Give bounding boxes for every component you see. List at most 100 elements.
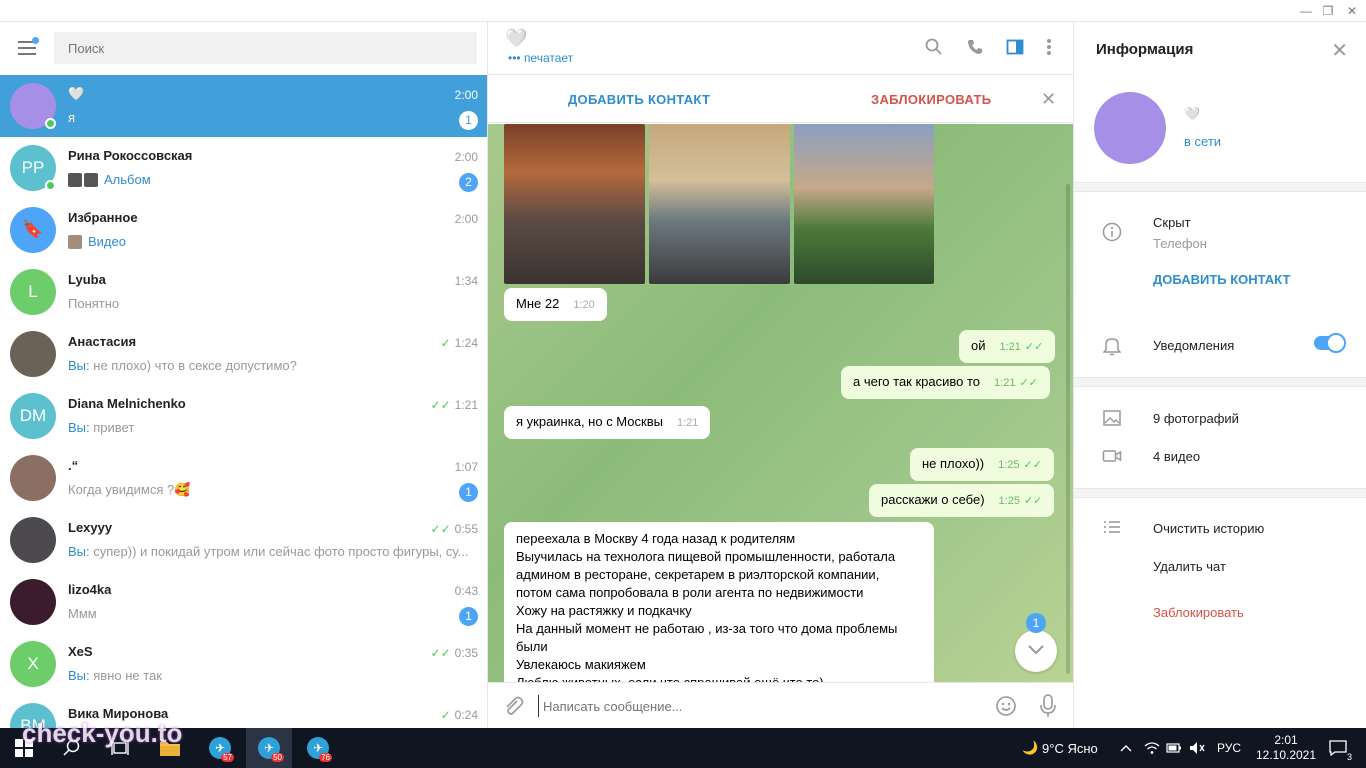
long-message-bubble[interactable]: переехала в Москву 4 года назад к родите… [504,522,934,682]
chat-time: ✓ 1:24 [440,336,478,350]
close-window-button[interactable]: ✕ [1342,2,1362,20]
close-action-bar-icon[interactable]: ✕ [1041,89,1056,110]
restore-button[interactable]: ❐ [1318,2,1338,20]
avatar[interactable] [1094,92,1166,164]
chat-preview: Видео [68,234,478,252]
telegram-taskbar-2[interactable]: ✈ 50 [246,728,292,768]
chat-name: Избранное [68,210,138,225]
add-contact-button[interactable]: ДОБАВИТЬ КОНТАКТ [568,92,710,107]
album-thumbnails [68,173,100,190]
info-panel: Информация ✕ 🤍 в сети Скрыт Телефон ДОБА… [1073,22,1366,728]
delete-chat-button[interactable]: Удалить чат [1153,559,1226,574]
peer-name[interactable]: 🤍 [505,28,527,49]
sidebar-toggle-icon[interactable] [1004,38,1026,60]
read-check-icon: ✓✓ [430,398,451,412]
chat-preview: я [68,110,478,125]
notifications-toggle[interactable] [1314,333,1346,353]
video-icon [1102,446,1122,466]
chat-list-panel: 🤍я2:001РРРина РокоссовскаяАльбом2:002🔖Из… [0,22,488,728]
notifications-label: Уведомления [1153,338,1235,353]
chat-list-item[interactable]: 🔖 Избранное Видео 2:00 [0,199,487,261]
language-indicator[interactable]: РУС [1212,728,1246,768]
photo-1[interactable] [504,124,645,284]
message-bubble[interactable]: я украинка, но с Москвы 1:21 [504,406,711,439]
weather-widget[interactable]: 🌙 9°C Ясно [1010,728,1110,768]
message-bubble[interactable]: расскажи о себе) 1:25 ✓✓ [869,484,1055,517]
divider [1074,488,1366,498]
block-button[interactable]: ЗАБЛОКИРОВАТЬ [871,92,991,107]
chat-name: Diana Melnichenko [68,396,186,411]
chat-preview: Вы: супер)) и покидай утром или сейчас ф… [68,544,478,559]
unread-badge: 1 [1026,613,1046,633]
typing-status: ••• печатает [508,51,574,65]
chat-list-item[interactable]: Lexyyy Вы: супер)) и покидай утром или се… [0,509,487,571]
message-bubble[interactable]: не плохо)) 1:25 ✓✓ [910,448,1054,481]
message-input[interactable] [538,695,958,717]
chat-name: Рина Рокоссовская [68,148,193,163]
chat-list-item[interactable]: Анастасия Вы: не плохо) что в сексе допус… [0,323,487,385]
message-area[interactable]: Мне 22 1:20 ой 1:21 ✓✓ а чего так красиво т… [488,124,1073,682]
clear-history-button[interactable]: Очистить историю [1153,521,1264,536]
videos-link[interactable]: 4 видео [1153,449,1200,464]
chat-name: XeS [68,644,93,659]
preview-text: Альбом [104,172,151,187]
wifi-icon[interactable] [1142,728,1162,768]
video-thumbnail [68,235,84,252]
volume-icon[interactable] [1186,728,1208,768]
read-check-icon: ✓ [440,708,451,722]
chat-time: 2:00 [454,212,478,226]
chat-list-item[interactable]: L Lyuba Понятно 1:34 [0,261,487,323]
phone-value: Скрыт [1153,215,1191,230]
clock[interactable]: 2:01 12.10.2021 [1254,728,1318,768]
preview-text: не плохо) что в сексе допустимо? [93,358,297,373]
search-icon[interactable] [923,38,945,60]
chat-list-item[interactable]: X XeS Вы: явно не так ✓✓ 0:35 [0,633,487,695]
chat-list-item[interactable]: РР Рина Рокоссовская Альбом 2:00 2 [0,137,487,199]
chat-name: Lexyyy [68,520,113,535]
info-status: в сети [1184,134,1222,149]
conversation-panel: 🤍 ••• печатает ДОБАВИТЬ КОНТАКТ ЗАБЛОКИР… [488,22,1073,728]
message-bubble[interactable]: а чего так красиво то 1:21 ✓✓ [841,366,1050,399]
info-add-contact-button[interactable]: ДОБАВИТЬ КОНТАКТ [1153,272,1290,287]
minimize-button[interactable]: — [1296,2,1316,20]
close-info-icon[interactable]: ✕ [1331,38,1348,63]
window-titlebar: — ❐ ✕ [0,0,1366,22]
emoji-icon[interactable] [995,695,1017,720]
avatar [10,579,56,625]
sender-prefix: Вы: [68,420,90,435]
chat-time: ✓✓ 0:35 [430,646,478,660]
chevron-up-icon[interactable] [1116,728,1136,768]
microphone-icon[interactable] [1040,694,1056,721]
chat-list-item[interactable]: .“ Когда увидимся ?🥰 1:07 1 [0,447,487,509]
search-input[interactable] [54,32,477,64]
telegram-taskbar-1[interactable]: ✈ 57 [198,728,242,768]
message-bubble[interactable]: ой 1:21 ✓✓ [959,330,1056,363]
block-user-button[interactable]: Заблокировать [1153,605,1244,620]
chat-list-item[interactable]: DM Diana Melnichenko Вы: привет ✓✓ 1:21 [0,385,487,447]
chat-name: .“ [68,458,79,473]
battery-icon[interactable] [1164,728,1184,768]
scroll-down-button[interactable] [1015,630,1057,672]
chat-list-item[interactable]: lizo4ka Ммм 0:43 1 [0,571,487,633]
notification-center-icon[interactable]: 3 [1320,728,1356,768]
watermark: check-you.to [22,718,183,748]
phone-icon[interactable] [964,38,986,60]
message-bubble[interactable]: Мне 22 1:20 [504,288,607,321]
chat-preview: Когда увидимся ?🥰 [68,482,478,498]
chat-preview: Альбом [68,172,478,190]
read-check-icon: ✓✓ [430,646,451,660]
more-options-icon[interactable] [1038,38,1060,60]
scrollbar[interactable] [1066,184,1070,674]
menu-icon[interactable] [18,37,39,55]
chat-list-item[interactable]: 🤍 я 2:00 1 [0,75,487,137]
phone-label: Телефон [1153,236,1207,251]
telegram-taskbar-3[interactable]: ✈ 76 [296,728,340,768]
attach-icon[interactable] [502,695,524,720]
photos-link[interactable]: 9 фотографий [1153,411,1239,426]
chat-time: 1:34 [454,274,478,288]
preview-text: Видео [88,234,126,249]
photo-2[interactable] [649,124,790,284]
divider [1074,182,1366,192]
photo-3[interactable] [794,124,934,284]
chat-name: 🤍 [68,86,85,101]
